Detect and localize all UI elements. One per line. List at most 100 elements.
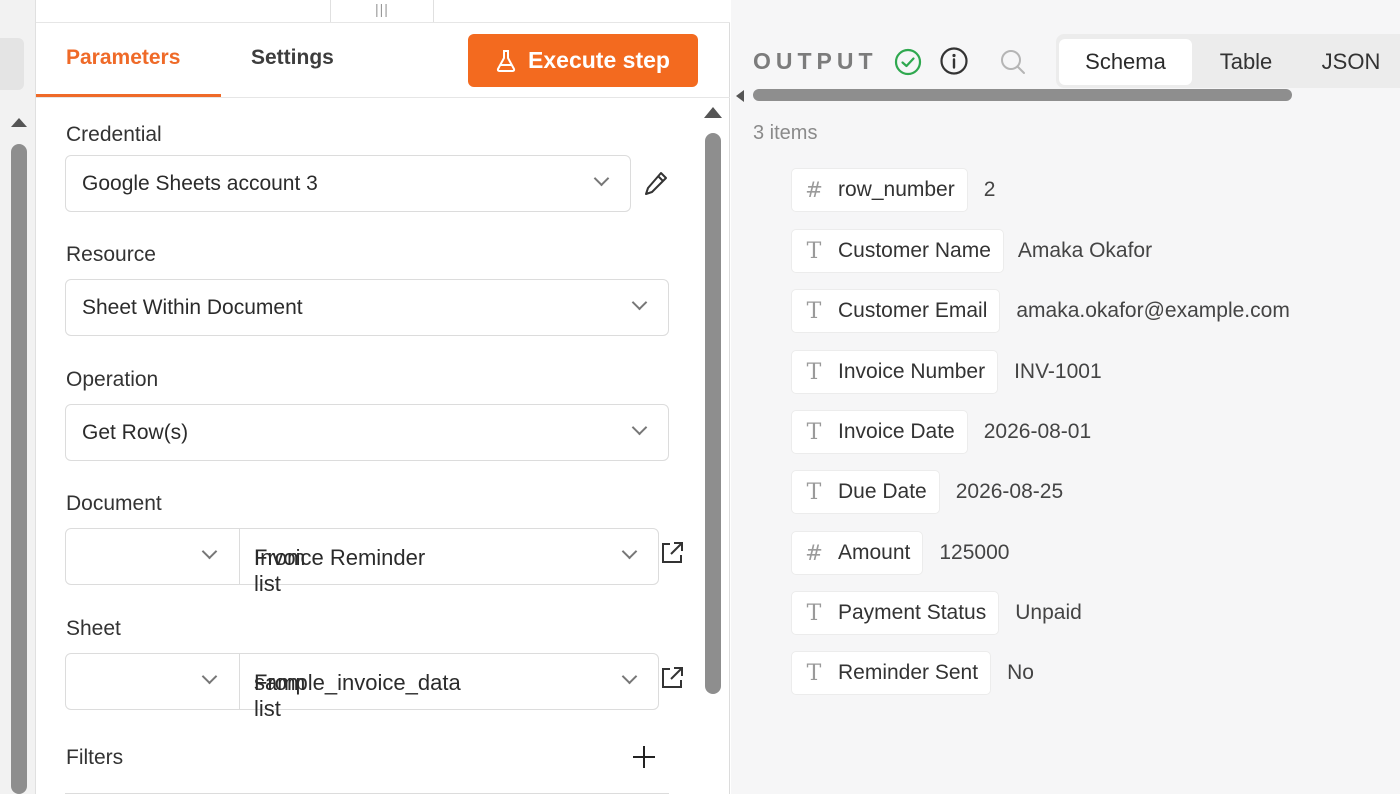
field-value: 2026-08-01 (983, 420, 1092, 443)
schema-row: T Invoice Date 2026-08-01 (791, 410, 1091, 454)
text-type-icon: T (806, 600, 822, 626)
credential-label: Credential (66, 123, 162, 146)
execute-step-button[interactable]: Execute step (468, 34, 698, 87)
document-value[interactable]: Invoice Reminder (254, 545, 425, 571)
schema-row: T Customer Name Amaka Okafor (791, 229, 1152, 273)
chevron-down-icon (631, 294, 648, 311)
external-link-icon[interactable] (659, 665, 685, 691)
scroll-up-arrow[interactable] (704, 107, 722, 118)
tab-schema[interactable]: Schema (1059, 39, 1192, 85)
schema-key[interactable]: # row_number (791, 168, 968, 212)
parameters-panel: Parameters Settings Execute step Credent… (36, 23, 730, 794)
sheet-value[interactable]: sample_invoice_data (254, 670, 461, 696)
schema-key[interactable]: # Amount (791, 531, 924, 575)
resource-label: Resource (66, 243, 156, 266)
field-value: 2026-08-25 (955, 480, 1064, 503)
chevron-down-icon (631, 419, 648, 436)
field-name: Due Date (838, 480, 927, 503)
field-value: Amaka Okafor (1017, 239, 1153, 262)
tab-parameters[interactable]: Parameters (66, 46, 180, 70)
field-name: row_number (838, 178, 955, 201)
parameters-scrollbar-thumb[interactable] (705, 133, 721, 694)
document-label: Document (66, 492, 162, 515)
schema-row: T Reminder Sent No (791, 651, 1034, 695)
field-value: amaka.okafor@example.com (1016, 299, 1290, 322)
chevron-down-icon[interactable] (621, 668, 638, 685)
schema-key[interactable]: T Due Date (791, 470, 940, 514)
text-type-icon: T (806, 419, 822, 445)
flask-icon (496, 49, 516, 72)
sheet-mode-select[interactable]: From list (66, 654, 305, 721)
output-panel: OUTPUT Schema Table JSON 3 items # row_n… (731, 0, 1400, 794)
scroll-left-arrow[interactable] (736, 90, 744, 102)
resource-select[interactable]: Sheet Within Document (65, 279, 669, 336)
pencil-icon[interactable] (642, 169, 670, 199)
scroll-up-arrow[interactable] (11, 118, 27, 127)
tab-json[interactable]: JSON (1306, 39, 1396, 85)
filters-label: Filters (66, 746, 124, 769)
schema-row: # Amount 125000 (791, 531, 1009, 575)
number-type-icon: # (805, 178, 823, 202)
sheet-label: Sheet (66, 617, 121, 640)
text-type-icon: T (806, 298, 822, 324)
text-type-icon: T (806, 479, 822, 505)
external-link-icon[interactable] (659, 540, 685, 566)
field-name: Invoice Number (838, 360, 986, 383)
plus-icon[interactable] (632, 745, 656, 769)
credential-value: Google Sheets account 3 (82, 172, 318, 195)
field-name: Customer Name (838, 239, 991, 262)
active-tab-indicator (36, 94, 221, 97)
schema-key[interactable]: T Customer Name (791, 229, 1004, 273)
operation-value: Get Row(s) (82, 421, 189, 444)
view-tabs: Schema Table JSON (1056, 34, 1400, 88)
panel-tabs: Parameters Settings Execute step (36, 23, 730, 98)
schema-row: T Payment Status Unpaid (791, 591, 1082, 635)
text-type-icon: T (806, 660, 822, 686)
info-icon[interactable] (939, 46, 969, 76)
collapsed-panel-tab[interactable] (0, 38, 24, 90)
field-value: 2 (983, 178, 996, 201)
schema-row: T Invoice Number INV-1001 (791, 350, 1102, 394)
operation-label: Operation (66, 368, 159, 391)
field-name: Invoice Date (838, 420, 955, 443)
tab-table[interactable]: Table (1206, 39, 1286, 85)
text-type-icon: T (806, 359, 822, 385)
left-panel-strip (0, 0, 36, 794)
field-value: Unpaid (1015, 601, 1082, 624)
horizontal-scrollbar-thumb[interactable] (753, 89, 1292, 101)
schema-key[interactable]: T Invoice Date (791, 410, 968, 454)
chevron-down-icon[interactable] (621, 543, 638, 560)
schema-row: # row_number 2 (791, 168, 995, 212)
operation-select[interactable]: Get Row(s) (65, 404, 669, 461)
schema-key[interactable]: T Payment Status (791, 591, 1000, 635)
search-icon[interactable] (999, 48, 1027, 76)
execute-step-label: Execute step (528, 47, 670, 73)
left-scrollbar-thumb[interactable] (11, 144, 27, 794)
resource-value: Sheet Within Document (82, 296, 303, 319)
schema-key[interactable]: T Invoice Number (791, 350, 999, 394)
chevron-down-icon (201, 543, 218, 560)
field-value: INV-1001 (1014, 360, 1102, 383)
schema-key[interactable]: T Reminder Sent (791, 651, 992, 695)
number-type-icon: # (805, 541, 823, 565)
tab-settings[interactable]: Settings (251, 46, 334, 70)
schema-key[interactable]: T Customer Email (791, 289, 1001, 333)
output-title: OUTPUT (753, 48, 878, 74)
sheet-field: From list sample_invoice_data (65, 653, 659, 721)
check-circle-icon (894, 48, 922, 76)
drag-handle[interactable]: ||| (330, 0, 434, 22)
field-name: Reminder Sent (838, 661, 979, 684)
field-name: Payment Status (838, 601, 987, 624)
text-type-icon: T (806, 238, 822, 264)
document-field: From list Invoice Reminder (65, 528, 659, 596)
field-value: No (1007, 661, 1034, 684)
credential-select[interactable]: Google Sheets account 3 (65, 155, 631, 212)
field-name: Customer Email (838, 299, 988, 322)
item-count: 3 items (753, 122, 818, 144)
schema-row: T Due Date 2026-08-25 (791, 470, 1063, 514)
chevron-down-icon (201, 668, 218, 685)
field-name: Amount (838, 541, 911, 564)
field-value: 125000 (939, 541, 1010, 564)
document-mode-select[interactable]: From list (66, 529, 305, 596)
schema-row: T Customer Email amaka.okafor@example.co… (791, 289, 1290, 333)
